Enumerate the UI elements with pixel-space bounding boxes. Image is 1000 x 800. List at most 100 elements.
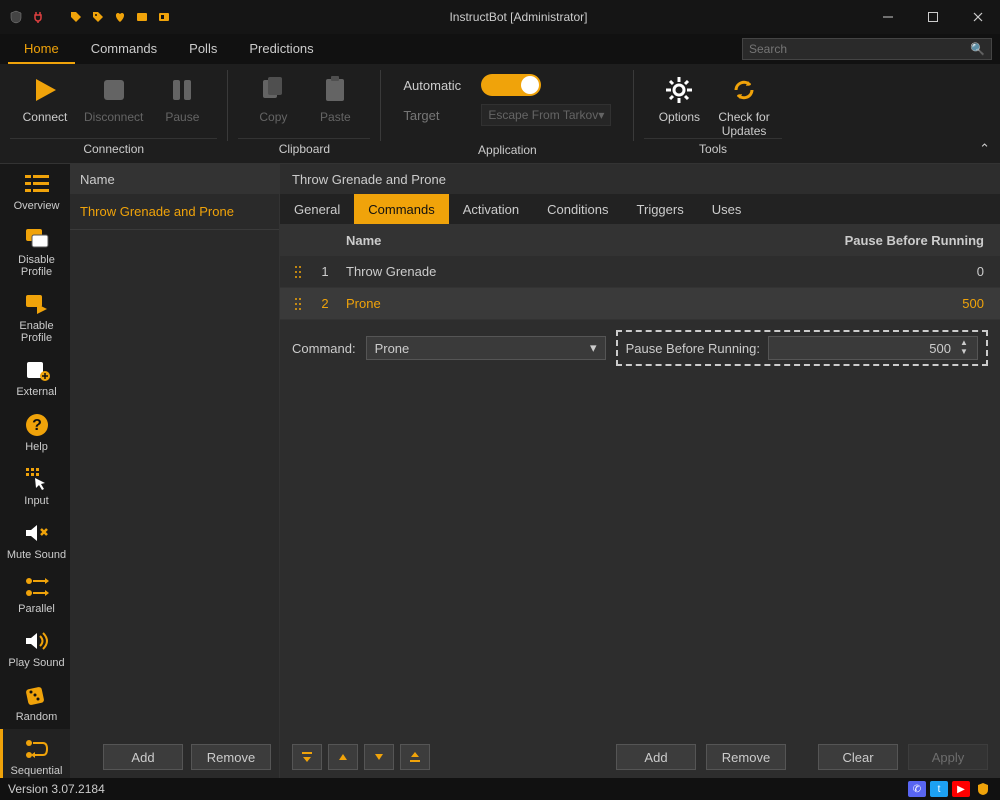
move-up-button[interactable] [328, 744, 358, 770]
disable-profile-icon [22, 224, 52, 252]
menu-polls[interactable]: Polls [173, 35, 233, 64]
search-input[interactable] [749, 42, 970, 56]
mute-icon [22, 519, 52, 547]
table-row[interactable]: 2 Prone 500 [280, 288, 1000, 320]
pause-icon [164, 72, 200, 108]
move-top-button[interactable] [292, 744, 322, 770]
play-icon [27, 72, 63, 108]
gear-icon [661, 72, 697, 108]
menu-home[interactable]: Home [8, 35, 75, 64]
sidebar-item-external[interactable]: External [0, 350, 70, 404]
options-button[interactable]: Options [652, 68, 706, 128]
detail-tabs: General Commands Activation Conditions T… [280, 194, 1000, 224]
group-clipboard-label: Clipboard [279, 139, 330, 159]
connect-button[interactable]: Connect [18, 68, 72, 128]
detail-title: Throw Grenade and Prone [280, 164, 1000, 194]
play-sound-icon [22, 627, 52, 655]
menubar: Home Commands Polls Predictions 🔍 [0, 34, 1000, 64]
target-select[interactable]: Escape From Tarkov ▾ [481, 104, 611, 126]
sidebar-item-help[interactable]: ? Help [0, 405, 70, 459]
svg-text:?: ? [32, 417, 42, 434]
spin-down-button[interactable]: ▼ [957, 348, 971, 357]
random-icon [22, 681, 52, 709]
app-small-icon [974, 781, 992, 797]
group-application-label: Application [478, 140, 537, 160]
refresh-icon [726, 72, 762, 108]
detail-actions: Add Remove Clear Apply [280, 736, 1000, 778]
sequential-icon [22, 735, 52, 763]
maximize-button[interactable] [910, 0, 955, 34]
youtube-icon[interactable]: ▶ [952, 781, 970, 797]
disconnect-button[interactable]: Disconnect [80, 68, 147, 128]
check-updates-button[interactable]: Check for Updates [714, 68, 773, 143]
paste-icon [317, 72, 353, 108]
enable-profile-icon [22, 290, 52, 318]
plug-icon [30, 9, 46, 25]
sidebar-item-random[interactable]: Random [0, 675, 70, 729]
tab-uses[interactable]: Uses [698, 194, 756, 224]
titlebar: InstructBot [Administrator] [0, 0, 1000, 34]
search-box[interactable]: 🔍 [742, 38, 992, 60]
tab-conditions[interactable]: Conditions [533, 194, 622, 224]
list-remove-button[interactable]: Remove [191, 744, 271, 770]
group-connection-label: Connection [83, 139, 144, 159]
close-button[interactable] [955, 0, 1000, 34]
pause-button[interactable]: Pause [155, 68, 209, 128]
spacer [52, 9, 62, 25]
pause-before-running-highlight: Pause Before Running: 500 ▲ ▼ [616, 330, 988, 366]
external-icon [22, 356, 52, 384]
tag-icon-1 [68, 9, 84, 25]
move-bottom-button[interactable] [400, 744, 430, 770]
copy-button[interactable]: Copy [246, 68, 300, 128]
detail-add-button[interactable]: Add [616, 744, 696, 770]
detail-apply-button[interactable]: Apply [908, 744, 988, 770]
tab-commands[interactable]: Commands [354, 194, 448, 224]
drag-handle-icon[interactable] [288, 265, 310, 279]
move-down-button[interactable] [364, 744, 394, 770]
sidebar-item-enable-profile[interactable]: Enable Profile [0, 284, 70, 350]
sidebar-item-play-sound[interactable]: Play Sound [0, 621, 70, 675]
menu-commands[interactable]: Commands [75, 35, 173, 64]
ribbon-collapse-button[interactable]: ⌃ [979, 141, 990, 157]
sidebar-item-overview[interactable]: Overview [0, 164, 70, 218]
list-header: Name [70, 164, 279, 194]
table-row[interactable]: 1 Throw Grenade 0 [280, 256, 1000, 288]
command-label: Command: [292, 341, 356, 356]
detail-panel: Throw Grenade and Prone General Commands… [280, 164, 1000, 778]
twitter-icon[interactable]: t [930, 781, 948, 797]
sidebar-item-mute-sound[interactable]: Mute Sound [0, 513, 70, 567]
tab-activation[interactable]: Activation [449, 194, 533, 224]
search-icon: 🔍 [970, 42, 985, 56]
list-item[interactable]: Throw Grenade and Prone [70, 194, 279, 230]
chevron-down-icon: ▾ [590, 340, 597, 356]
statusbar: Version 3.07.2184 ✆ t ▶ [0, 778, 1000, 800]
pause-input[interactable]: 500 ▲ ▼ [768, 336, 978, 360]
discord-icon[interactable]: ✆ [908, 781, 926, 797]
minimize-button[interactable] [865, 0, 910, 34]
tag-icon-3 [134, 9, 150, 25]
command-select[interactable]: Prone ▾ [366, 336, 606, 360]
detail-remove-button[interactable]: Remove [706, 744, 786, 770]
sidebar-item-disable-profile[interactable]: Disable Profile [0, 218, 70, 284]
titlebar-app-icons [0, 9, 172, 25]
parallel-icon [22, 573, 52, 601]
sidebar-item-input[interactable]: Input [0, 459, 70, 513]
automatic-label: Automatic [403, 78, 471, 93]
group-tools-label: Tools [699, 139, 727, 159]
drag-handle-icon[interactable] [288, 297, 310, 311]
sidebar: Overview Disable Profile Enable Profile … [0, 164, 70, 778]
detail-clear-button[interactable]: Clear [818, 744, 898, 770]
table-header: Name Pause Before Running [280, 224, 1000, 256]
target-label: Target [403, 108, 471, 123]
tab-general[interactable]: General [280, 194, 354, 224]
list-add-button[interactable]: Add [103, 744, 183, 770]
automatic-toggle[interactable] [481, 74, 541, 96]
help-icon: ? [22, 411, 52, 439]
menu-predictions[interactable]: Predictions [233, 35, 329, 64]
chevron-down-icon: ▾ [598, 108, 604, 122]
stop-icon [96, 72, 132, 108]
sidebar-item-sequential[interactable]: Sequential [0, 729, 70, 778]
sidebar-item-parallel[interactable]: Parallel [0, 567, 70, 621]
paste-button[interactable]: Paste [308, 68, 362, 128]
tab-triggers[interactable]: Triggers [623, 194, 698, 224]
